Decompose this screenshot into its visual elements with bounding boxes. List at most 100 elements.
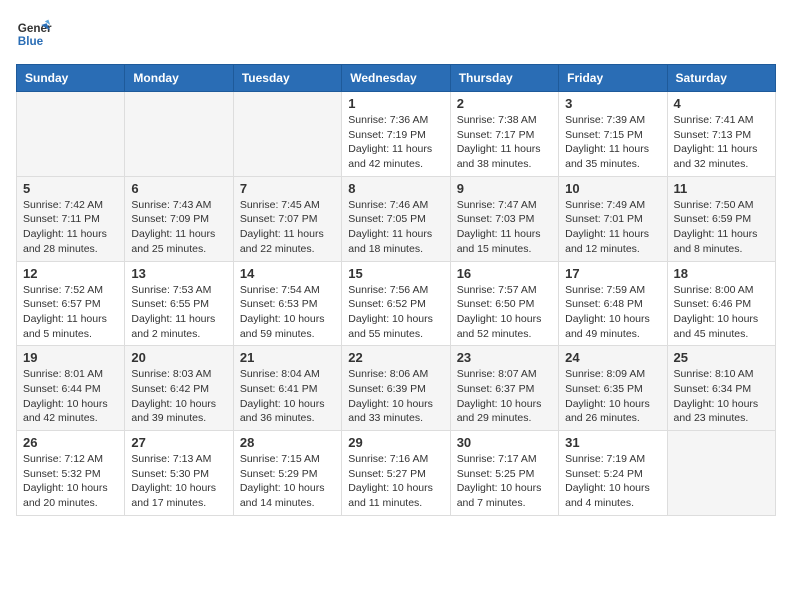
weekday-header-sunday: Sunday (17, 65, 125, 92)
day-info: Sunrise: 7:36 AM Sunset: 7:19 PM Dayligh… (348, 113, 443, 172)
day-number: 13 (131, 266, 226, 281)
day-cell: 19Sunrise: 8:01 AM Sunset: 6:44 PM Dayli… (17, 346, 125, 431)
day-info: Sunrise: 7:52 AM Sunset: 6:57 PM Dayligh… (23, 283, 118, 342)
weekday-header-thursday: Thursday (450, 65, 558, 92)
day-info: Sunrise: 8:06 AM Sunset: 6:39 PM Dayligh… (348, 367, 443, 426)
day-info: Sunrise: 7:39 AM Sunset: 7:15 PM Dayligh… (565, 113, 660, 172)
day-number: 10 (565, 181, 660, 196)
day-number: 29 (348, 435, 443, 450)
day-info: Sunrise: 7:17 AM Sunset: 5:25 PM Dayligh… (457, 452, 552, 511)
weekday-header-tuesday: Tuesday (233, 65, 341, 92)
day-cell: 16Sunrise: 7:57 AM Sunset: 6:50 PM Dayli… (450, 261, 558, 346)
day-cell: 3 Sunrise: 7:39 AM Sunset: 7:15 PM Daylig… (559, 92, 667, 177)
svg-text:Blue: Blue (18, 35, 44, 48)
week-row-2: 5 Sunrise: 7:42 AM Sunset: 7:11 PM Daylig… (17, 176, 776, 261)
day-number: 21 (240, 350, 335, 365)
day-number: 3 (565, 96, 660, 111)
day-cell: 15 Sunrise: 7:56 AM Sunset: 6:52 PM Dayli… (342, 261, 450, 346)
day-number: 18 (674, 266, 769, 281)
week-row-5: 26 Sunrise: 7:12 AM Sunset: 5:32 PM Dayli… (17, 431, 776, 516)
day-number: 31 (565, 435, 660, 450)
day-info: Sunrise: 7:43 AM Sunset: 7:09 PM Dayligh… (131, 198, 226, 257)
day-number: 8 (348, 181, 443, 196)
day-number: 6 (131, 181, 226, 196)
logo: General Blue (16, 16, 52, 52)
day-cell: 31 Sunrise: 7:19 AM Sunset: 5:24 PM Dayli… (559, 431, 667, 516)
day-cell: 4Sunrise: 7:41 AM Sunset: 7:13 PM Daylig… (667, 92, 775, 177)
day-cell: 2 Sunrise: 7:38 AM Sunset: 7:17 PM Daylig… (450, 92, 558, 177)
day-info: Sunrise: 7:15 AM Sunset: 5:29 PM Dayligh… (240, 452, 335, 511)
day-cell: 7 Sunrise: 7:45 AM Sunset: 7:07 PM Daylig… (233, 176, 341, 261)
day-number: 15 (348, 266, 443, 281)
day-info: Sunrise: 7:38 AM Sunset: 7:17 PM Dayligh… (457, 113, 552, 172)
day-cell: 20Sunrise: 8:03 AM Sunset: 6:42 PM Dayli… (125, 346, 233, 431)
day-cell: 5 Sunrise: 7:42 AM Sunset: 7:11 PM Daylig… (17, 176, 125, 261)
day-cell (667, 431, 775, 516)
day-cell: 10 Sunrise: 7:49 AM Sunset: 7:01 PM Dayli… (559, 176, 667, 261)
day-cell (125, 92, 233, 177)
day-info: Sunrise: 7:56 AM Sunset: 6:52 PM Dayligh… (348, 283, 443, 342)
day-info: Sunrise: 8:03 AM Sunset: 6:42 PM Dayligh… (131, 367, 226, 426)
day-number: 2 (457, 96, 552, 111)
day-cell: 28Sunrise: 7:15 AM Sunset: 5:29 PM Dayli… (233, 431, 341, 516)
week-row-1: 1 Sunrise: 7:36 AM Sunset: 7:19 PM Daylig… (17, 92, 776, 177)
day-cell: 22 Sunrise: 8:06 AM Sunset: 6:39 PM Dayli… (342, 346, 450, 431)
day-info: Sunrise: 7:49 AM Sunset: 7:01 PM Dayligh… (565, 198, 660, 257)
day-number: 30 (457, 435, 552, 450)
day-cell: 23 Sunrise: 8:07 AM Sunset: 6:37 PM Dayli… (450, 346, 558, 431)
day-cell: 18 Sunrise: 8:00 AM Sunset: 6:46 PM Dayli… (667, 261, 775, 346)
day-info: Sunrise: 8:04 AM Sunset: 6:41 PM Dayligh… (240, 367, 335, 426)
day-cell: 17Sunrise: 7:59 AM Sunset: 6:48 PM Dayli… (559, 261, 667, 346)
day-number: 14 (240, 266, 335, 281)
calendar-header: General Blue (16, 16, 776, 52)
weekday-header-wednesday: Wednesday (342, 65, 450, 92)
logo-icon: General Blue (16, 16, 52, 52)
day-cell: 27 Sunrise: 7:13 AM Sunset: 5:30 PM Dayli… (125, 431, 233, 516)
day-cell: 24 Sunrise: 8:09 AM Sunset: 6:35 PM Dayli… (559, 346, 667, 431)
day-number: 1 (348, 96, 443, 111)
week-row-3: 12 Sunrise: 7:52 AM Sunset: 6:57 PM Dayli… (17, 261, 776, 346)
day-number: 12 (23, 266, 118, 281)
day-info: Sunrise: 7:59 AM Sunset: 6:48 PM Dayligh… (565, 283, 660, 342)
weekday-header-monday: Monday (125, 65, 233, 92)
day-info: Sunrise: 8:00 AM Sunset: 6:46 PM Dayligh… (674, 283, 769, 342)
weekday-header-row: SundayMondayTuesdayWednesdayThursdayFrid… (17, 65, 776, 92)
day-cell: 30 Sunrise: 7:17 AM Sunset: 5:25 PM Dayli… (450, 431, 558, 516)
day-number: 5 (23, 181, 118, 196)
day-info: Sunrise: 8:07 AM Sunset: 6:37 PM Dayligh… (457, 367, 552, 426)
day-info: Sunrise: 8:01 AM Sunset: 6:44 PM Dayligh… (23, 367, 118, 426)
day-cell: 25 Sunrise: 8:10 AM Sunset: 6:34 PM Dayli… (667, 346, 775, 431)
day-info: Sunrise: 7:16 AM Sunset: 5:27 PM Dayligh… (348, 452, 443, 511)
day-number: 27 (131, 435, 226, 450)
day-info: Sunrise: 7:45 AM Sunset: 7:07 PM Dayligh… (240, 198, 335, 257)
day-info: Sunrise: 7:12 AM Sunset: 5:32 PM Dayligh… (23, 452, 118, 511)
day-number: 25 (674, 350, 769, 365)
day-info: Sunrise: 8:10 AM Sunset: 6:34 PM Dayligh… (674, 367, 769, 426)
day-cell: 26 Sunrise: 7:12 AM Sunset: 5:32 PM Dayli… (17, 431, 125, 516)
day-cell: 9 Sunrise: 7:47 AM Sunset: 7:03 PM Daylig… (450, 176, 558, 261)
day-info: Sunrise: 7:19 AM Sunset: 5:24 PM Dayligh… (565, 452, 660, 511)
day-cell: 13 Sunrise: 7:53 AM Sunset: 6:55 PM Dayli… (125, 261, 233, 346)
day-info: Sunrise: 7:13 AM Sunset: 5:30 PM Dayligh… (131, 452, 226, 511)
day-cell: 8 Sunrise: 7:46 AM Sunset: 7:05 PM Daylig… (342, 176, 450, 261)
day-cell: 14 Sunrise: 7:54 AM Sunset: 6:53 PM Dayli… (233, 261, 341, 346)
day-cell: 21 Sunrise: 8:04 AM Sunset: 6:41 PM Dayli… (233, 346, 341, 431)
day-number: 24 (565, 350, 660, 365)
day-info: Sunrise: 7:54 AM Sunset: 6:53 PM Dayligh… (240, 283, 335, 342)
day-cell: 29 Sunrise: 7:16 AM Sunset: 5:27 PM Dayli… (342, 431, 450, 516)
day-info: Sunrise: 8:09 AM Sunset: 6:35 PM Dayligh… (565, 367, 660, 426)
day-info: Sunrise: 7:50 AM Sunset: 6:59 PM Dayligh… (674, 198, 769, 257)
day-number: 22 (348, 350, 443, 365)
day-number: 9 (457, 181, 552, 196)
day-info: Sunrise: 7:42 AM Sunset: 7:11 PM Dayligh… (23, 198, 118, 257)
day-cell: 1 Sunrise: 7:36 AM Sunset: 7:19 PM Daylig… (342, 92, 450, 177)
day-info: Sunrise: 7:46 AM Sunset: 7:05 PM Dayligh… (348, 198, 443, 257)
day-info: Sunrise: 7:47 AM Sunset: 7:03 PM Dayligh… (457, 198, 552, 257)
day-cell (233, 92, 341, 177)
day-number: 7 (240, 181, 335, 196)
day-number: 23 (457, 350, 552, 365)
day-number: 26 (23, 435, 118, 450)
day-cell: 12 Sunrise: 7:52 AM Sunset: 6:57 PM Dayli… (17, 261, 125, 346)
day-info: Sunrise: 7:53 AM Sunset: 6:55 PM Dayligh… (131, 283, 226, 342)
day-cell: 6 Sunrise: 7:43 AM Sunset: 7:09 PM Daylig… (125, 176, 233, 261)
